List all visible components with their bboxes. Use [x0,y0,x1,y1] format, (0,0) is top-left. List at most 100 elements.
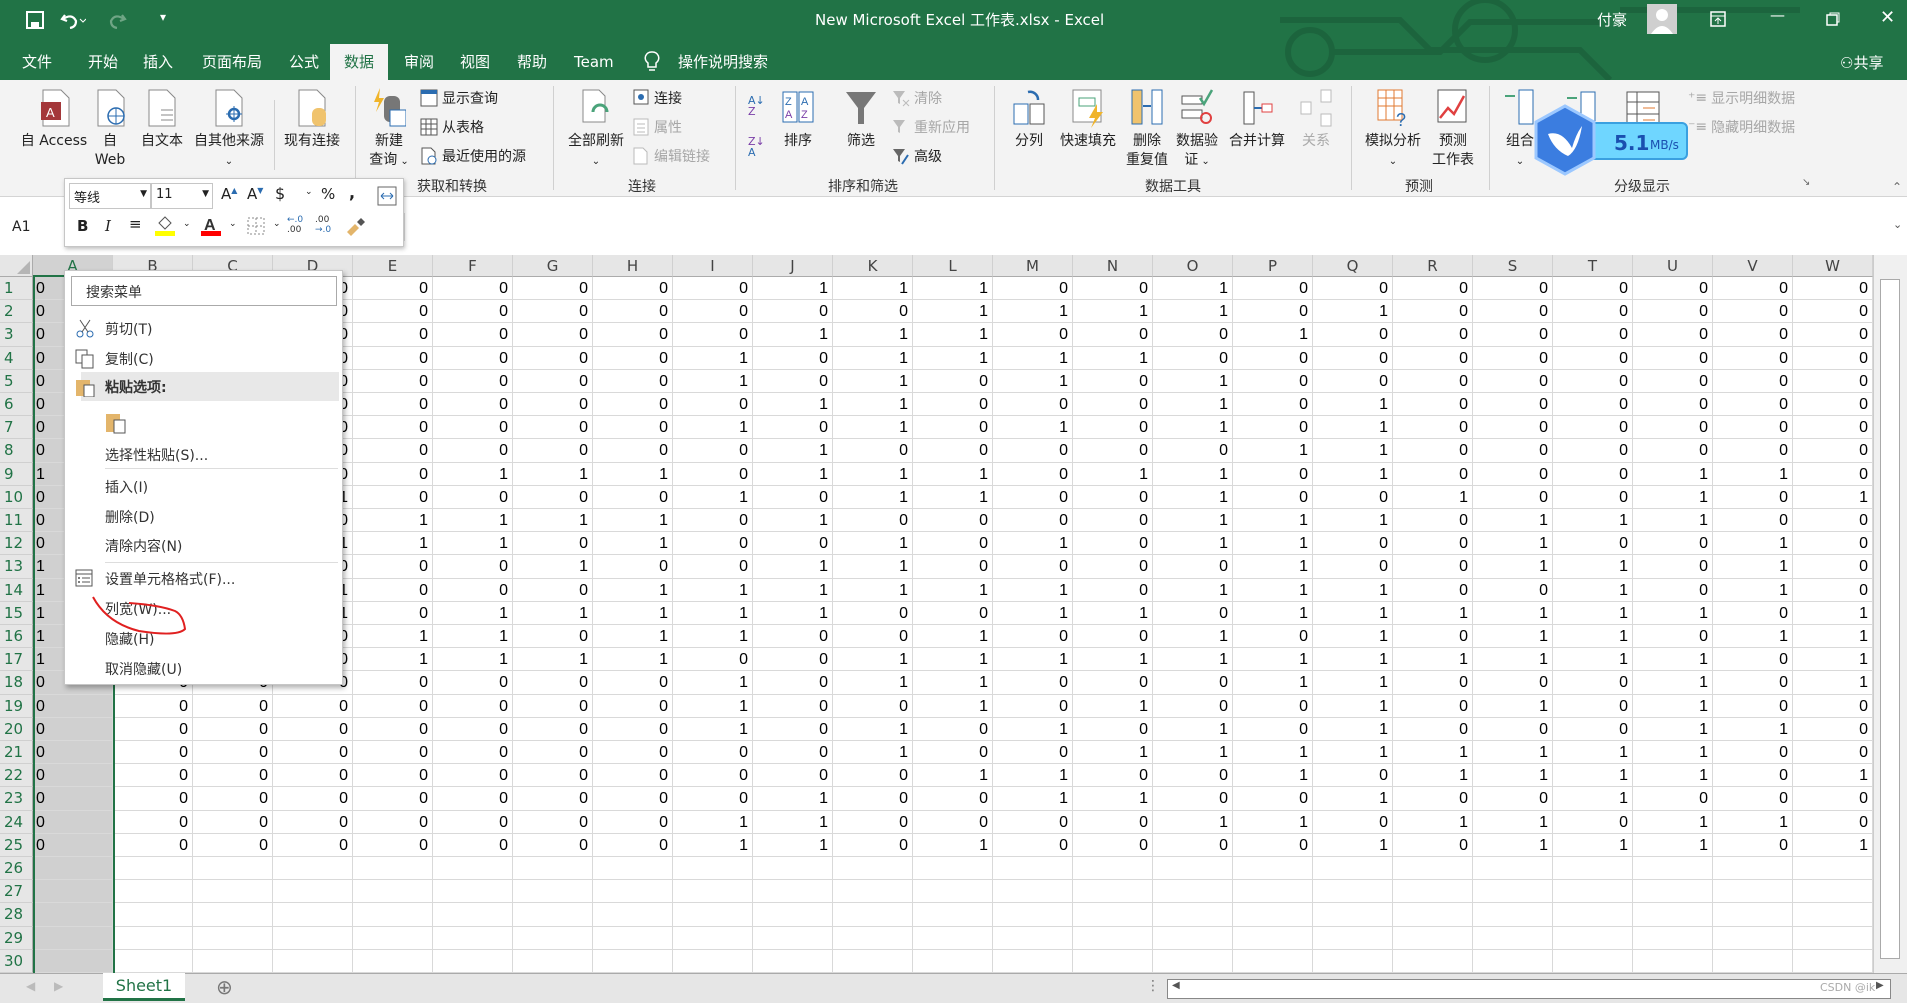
cell-L28[interactable] [913,903,993,927]
cell-T29[interactable] [1553,926,1633,950]
cell-R6[interactable]: 0 [1393,393,1473,417]
row-header-9[interactable]: 9 [0,462,33,486]
cell-H6[interactable]: 0 [593,393,673,417]
cell-K19[interactable]: 0 [833,694,913,718]
cell-W16[interactable]: 1 [1793,625,1873,649]
cell-W6[interactable]: 0 [1793,393,1873,417]
cell-U28[interactable] [1633,903,1713,927]
cell-I27[interactable] [673,880,753,904]
cell-J4[interactable]: 0 [753,346,833,370]
cell-B24[interactable]: 0 [113,810,193,834]
cell-Q11[interactable]: 1 [1313,509,1393,533]
cell-E10[interactable]: 0 [353,485,433,509]
cell-I19[interactable]: 1 [673,694,753,718]
cell-R23[interactable]: 0 [1393,787,1473,811]
cell-W25[interactable]: 1 [1793,833,1873,857]
cell-R2[interactable]: 0 [1393,300,1473,324]
cell-N12[interactable]: 0 [1073,532,1153,556]
cell-H30[interactable] [593,949,673,973]
cell-W7[interactable]: 0 [1793,416,1873,440]
cell-M4[interactable]: 1 [993,346,1073,370]
cell-A24[interactable]: 0 [33,810,113,834]
from-other-sources-button[interactable]: 自其他来源 ⌄ [188,88,270,171]
cell-M8[interactable]: 0 [993,439,1073,463]
cell-K21[interactable]: 1 [833,741,913,765]
cell-N16[interactable]: 0 [1073,625,1153,649]
cell-V3[interactable]: 0 [1713,323,1793,347]
cell-N23[interactable]: 1 [1073,787,1153,811]
cell-K20[interactable]: 1 [833,717,913,741]
column-header-J[interactable]: J [753,255,833,277]
cell-H4[interactable]: 0 [593,346,673,370]
cell-N20[interactable]: 0 [1073,717,1153,741]
cell-C19[interactable]: 0 [193,694,273,718]
cell-N30[interactable] [1073,949,1153,973]
cell-P16[interactable]: 0 [1233,625,1313,649]
cell-P17[interactable]: 1 [1233,648,1313,672]
cell-Q14[interactable]: 1 [1313,578,1393,602]
cell-I5[interactable]: 1 [673,369,753,393]
cell-V22[interactable]: 0 [1713,764,1793,788]
cell-L16[interactable]: 1 [913,625,993,649]
menu-item-clear-contents[interactable]: 清除内容(N) [105,536,182,556]
cell-Q25[interactable]: 1 [1313,833,1393,857]
tab-page-layout[interactable]: 页面布局 [194,44,270,80]
cell-K23[interactable]: 0 [833,787,913,811]
show-queries-button[interactable]: 显示查询 [420,88,498,108]
cell-Q8[interactable]: 1 [1313,439,1393,463]
column-header-U[interactable]: U [1633,255,1713,277]
cell-L13[interactable]: 0 [913,555,993,579]
cell-A28[interactable] [33,903,113,927]
cell-U27[interactable] [1633,880,1713,904]
cell-N15[interactable]: 1 [1073,601,1153,625]
cell-K27[interactable] [833,880,913,904]
cell-R18[interactable]: 0 [1393,671,1473,695]
cell-U14[interactable]: 0 [1633,578,1713,602]
cell-H16[interactable]: 1 [593,625,673,649]
italic-icon[interactable]: I [105,217,111,235]
cell-Q7[interactable]: 1 [1313,416,1393,440]
cell-T22[interactable]: 1 [1553,764,1633,788]
cell-H27[interactable] [593,880,673,904]
cell-V13[interactable]: 1 [1713,555,1793,579]
cell-T6[interactable]: 0 [1553,393,1633,417]
row-header-26[interactable]: 26 [0,857,33,881]
horizontal-scrollbar[interactable] [1167,979,1891,999]
cell-K8[interactable]: 0 [833,439,913,463]
cell-N1[interactable]: 0 [1073,277,1153,301]
customize-toolbar-icon[interactable]: ▾ [160,10,166,24]
scroll-tabs-right-icon[interactable]: ▶ [54,979,63,993]
cell-H1[interactable]: 0 [593,277,673,301]
cell-M12[interactable]: 1 [993,532,1073,556]
cell-N24[interactable]: 0 [1073,810,1153,834]
cell-M30[interactable] [993,949,1073,973]
cell-I8[interactable]: 0 [673,439,753,463]
cell-P11[interactable]: 1 [1233,509,1313,533]
cell-Q23[interactable]: 1 [1313,787,1393,811]
scroll-thumb[interactable] [1880,279,1900,959]
cell-J20[interactable]: 0 [753,717,833,741]
formula-input[interactable] [404,213,1884,241]
cell-W4[interactable]: 0 [1793,346,1873,370]
cell-Q9[interactable]: 1 [1313,462,1393,486]
cell-L1[interactable]: 1 [913,277,993,301]
row-header-6[interactable]: 6 [0,393,33,417]
cell-T28[interactable] [1553,903,1633,927]
cell-F11[interactable]: 1 [433,509,513,533]
percent-style-icon[interactable]: % [321,185,335,203]
cell-G29[interactable] [513,926,593,950]
cell-I2[interactable]: 0 [673,300,753,324]
cell-A21[interactable]: 0 [33,741,113,765]
cell-O9[interactable]: 1 [1153,462,1233,486]
cell-L30[interactable] [913,949,993,973]
cell-H18[interactable]: 0 [593,671,673,695]
cell-G2[interactable]: 0 [513,300,593,324]
cell-K4[interactable]: 1 [833,346,913,370]
cell-V30[interactable] [1713,949,1793,973]
cell-I21[interactable]: 0 [673,741,753,765]
cell-U23[interactable]: 0 [1633,787,1713,811]
cell-C20[interactable]: 0 [193,717,273,741]
cell-M28[interactable] [993,903,1073,927]
cell-E23[interactable]: 0 [353,787,433,811]
cell-Q19[interactable]: 1 [1313,694,1393,718]
